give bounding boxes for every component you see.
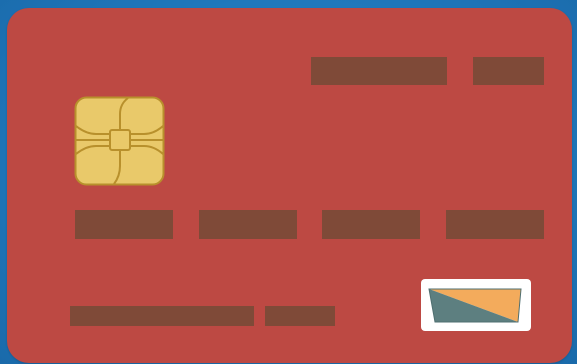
card-number-group-3	[322, 210, 420, 239]
card-network-logo-icon	[428, 288, 522, 323]
card-number-group-4	[446, 210, 544, 239]
card-network-logo	[421, 279, 531, 331]
card-number-group-1	[75, 210, 173, 239]
card-number-group-2	[199, 210, 297, 239]
card-top-bar-long	[311, 57, 447, 85]
cardholder-name-bar	[70, 306, 254, 326]
card-top-bar-short	[473, 57, 544, 85]
emv-chip-icon	[74, 96, 165, 186]
expiry-date-bar	[265, 306, 335, 326]
